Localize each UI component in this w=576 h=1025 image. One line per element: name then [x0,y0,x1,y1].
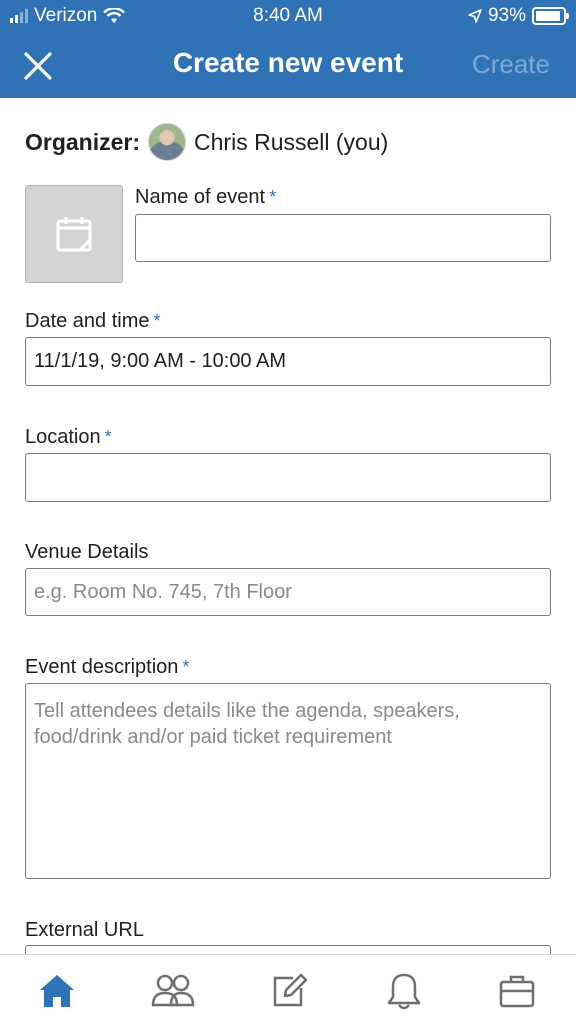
tab-home[interactable] [37,971,77,1011]
event-name-label: Name of event * [135,186,276,209]
location-input[interactable] [25,453,551,502]
jobs-icon [499,975,535,1008]
organizer-name: Chris Russell (you) [194,128,389,155]
battery-icon [532,7,569,25]
event-image-picker[interactable] [25,185,123,283]
event-name-label-text: Name of event [135,186,266,208]
create-button[interactable]: Create [472,49,550,80]
avatar [148,123,187,161]
tab-post[interactable] [269,971,309,1011]
date-time-label-text: Date and time [25,310,150,332]
app-header: Verizon 8:40 AM 93% Create new event Cre… [0,0,576,98]
status-bar: Verizon 8:40 AM 93% [0,0,576,32]
external-url-label: External URL [25,919,144,942]
location-arrow-icon [468,9,482,23]
date-time-label: Date and time * [25,310,161,333]
venue-details-label-text: Venue Details [25,541,149,563]
venue-details-input[interactable]: e.g. Room No. 745, 7th Floor [25,568,551,616]
event-description-label: Event description * [25,656,189,679]
bottom-tab-bar [0,954,576,1025]
calendar-icon [56,217,92,252]
organizer-label: Organizer: [25,128,141,155]
organizer-row: Organizer: Chris Russell (you) [25,123,388,161]
tab-jobs[interactable] [497,971,537,1011]
tab-notifications[interactable] [384,971,424,1011]
external-url-label-text: External URL [25,919,144,941]
status-right: 93% [468,5,569,27]
required-marker: * [182,657,190,677]
date-time-input[interactable]: 11/1/19, 9:00 AM - 10:00 AM [25,337,551,386]
tab-my-network[interactable] [151,971,195,1011]
home-icon [40,975,74,1007]
notifications-icon [387,973,421,1010]
venue-details-label: Venue Details [25,541,148,564]
event-description-input[interactable]: Tell attendees details like the agenda, … [25,683,551,879]
event-description-label-text: Event description [25,656,179,678]
location-label: Location * [25,426,112,449]
location-label-text: Location [25,426,101,448]
required-marker: * [269,187,277,207]
required-marker: * [153,311,161,331]
required-marker: * [104,427,112,447]
my-network-icon [151,974,195,1007]
post-icon [273,973,308,1007]
event-name-input[interactable] [135,214,551,262]
battery-percent: 93% [487,5,526,26]
